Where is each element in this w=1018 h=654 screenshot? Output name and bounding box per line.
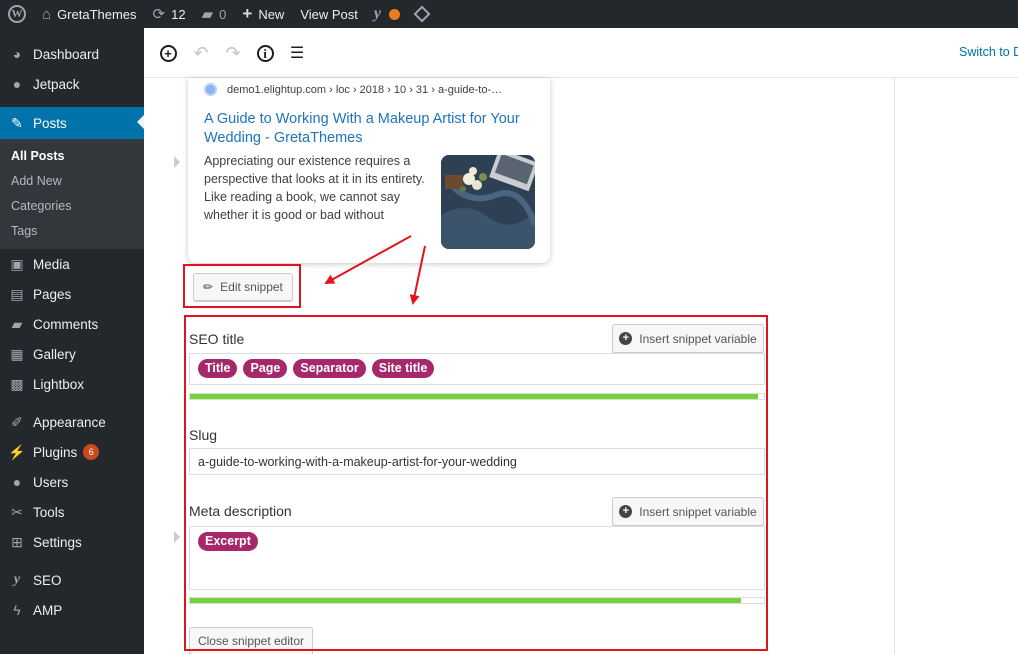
posts-submenu: All Posts Add New Categories Tags — [0, 139, 144, 249]
editor-sidebar-panel — [894, 78, 1018, 654]
sidebar-item-label: Media — [33, 256, 70, 272]
submenu-tags[interactable]: Tags — [0, 218, 144, 243]
comment-bubble-icon: ▰ — [201, 6, 214, 23]
collapse-caret-icon[interactable] — [174, 156, 180, 168]
content-info-button[interactable]: i — [253, 41, 277, 65]
comments-icon: ▰ — [11, 315, 23, 332]
admin-bar: W ⌂ GretaThemes ⟳ 12 ▰ 0 + New View Post… — [0, 0, 1018, 28]
yoast-icon: y — [13, 572, 21, 587]
gallery-icon: ▦ — [10, 345, 24, 362]
site-name: GretaThemes — [57, 6, 137, 22]
sidebar-item-label: Settings — [33, 534, 82, 550]
admin-sidebar: ◕ Dashboard ● Jetpack ✎ Posts All Posts … — [0, 28, 144, 654]
preview-thumbnail — [441, 155, 535, 249]
sidebar-item-users[interactable]: ● Users — [0, 467, 144, 497]
undo-button[interactable]: ↶ — [189, 41, 213, 65]
diamond-icon — [413, 5, 431, 23]
sidebar-item-comments[interactable]: ▰ Comments — [0, 309, 144, 339]
extra-admin-menu[interactable] — [408, 0, 436, 28]
switch-to-draft-link[interactable]: Switch to D — [959, 45, 1018, 59]
amp-icon: ϟ — [13, 602, 21, 618]
sidebar-item-tools[interactable]: ✂ Tools — [0, 497, 144, 527]
wrench-icon: ✂ — [11, 503, 23, 520]
home-icon: ⌂ — [42, 5, 52, 23]
info-icon: i — [256, 44, 274, 62]
preview-description: Appreciating our existence requires a pe… — [204, 154, 425, 222]
wp-logo-button[interactable]: W — [0, 0, 34, 28]
updates-icon: ⟳ — [152, 6, 166, 23]
sidebar-item-settings[interactable]: ⊞ Settings — [0, 527, 144, 557]
sidebar-item-appearance[interactable]: ✐ Appearance — [0, 407, 144, 437]
sidebar-item-label: Comments — [33, 316, 99, 332]
globe-icon — [204, 83, 217, 96]
plug-icon: ⚡ — [8, 443, 26, 460]
sidebar-item-label: AMP — [33, 602, 63, 618]
sidebar-item-label: Dashboard — [33, 46, 100, 62]
new-content-link[interactable]: + New — [234, 0, 292, 28]
comments-count: 0 — [219, 6, 227, 22]
view-post-link[interactable]: View Post — [292, 0, 366, 28]
redo-icon: ↷ — [225, 42, 241, 63]
annotation-box — [184, 315, 768, 651]
submenu-categories[interactable]: Categories — [0, 193, 144, 218]
collapse-caret-icon[interactable] — [174, 531, 180, 543]
sidebar-item-jetpack[interactable]: ● Jetpack — [0, 69, 144, 99]
sidebar-item-label: Pages — [33, 286, 72, 302]
sidebar-item-label: Appearance — [33, 414, 106, 430]
media-icon: ▣ — [10, 255, 24, 272]
jetpack-icon: ● — [12, 76, 22, 92]
sidebar-item-label: Jetpack — [33, 76, 80, 92]
comments-link[interactable]: ▰ 0 — [194, 0, 235, 28]
preview-title[interactable]: A Guide to Working With a Makeup Artist … — [204, 110, 534, 148]
preview-breadcrumb: demo1.elightup.com › loc › 2018 › 10 › 3… — [204, 83, 502, 96]
updates-count: 12 — [171, 6, 186, 22]
brush-icon: ✐ — [11, 413, 23, 430]
sidebar-item-gallery[interactable]: ▦ Gallery — [0, 339, 144, 369]
sidebar-item-label: Tools — [33, 504, 65, 520]
sidebar-item-label: Gallery — [33, 346, 76, 362]
annotation-box — [183, 264, 301, 308]
pages-icon: ▤ — [10, 285, 24, 302]
yoast-icon: y — [373, 5, 382, 22]
sidebar-item-pages[interactable]: ▤ Pages — [0, 279, 144, 309]
lightbox-icon: ▩ — [10, 375, 24, 392]
list-icon: ☰ — [289, 45, 305, 62]
submenu-all-posts[interactable]: All Posts — [0, 143, 144, 168]
sidebar-item-media[interactable]: ▣ Media — [0, 249, 144, 279]
block-navigation-button[interactable]: ☰ — [285, 41, 309, 65]
plugins-update-badge: 6 — [83, 444, 100, 460]
view-post-label: View Post — [300, 6, 358, 22]
sidebar-item-label: Plugins — [33, 444, 78, 460]
users-icon: ● — [12, 474, 22, 490]
redo-button[interactable]: ↷ — [221, 41, 245, 65]
plus-circle-icon: + — [159, 44, 177, 62]
sidebar-item-lightbox[interactable]: ▩ Lightbox — [0, 369, 144, 399]
sidebar-item-dashboard[interactable]: ◕ Dashboard — [0, 39, 144, 69]
sidebar-item-posts[interactable]: ✎ Posts — [0, 107, 144, 139]
sidebar-item-label: Users — [33, 474, 69, 490]
plus-icon: + — [242, 4, 253, 23]
editor-toolbar: + ↶ ↷ i ☰ Switch to D — [144, 28, 1018, 78]
site-name-link[interactable]: ⌂ GretaThemes — [34, 0, 145, 28]
add-block-button[interactable]: + — [156, 41, 180, 65]
sidebar-item-seo[interactable]: y SEO — [0, 565, 144, 595]
dashboard-icon: ◕ — [12, 46, 22, 62]
sidebar-item-amp[interactable]: ϟ AMP — [0, 595, 144, 625]
seo-score-dot-icon — [389, 8, 401, 20]
undo-icon: ↶ — [193, 42, 209, 63]
submenu-add-new[interactable]: Add New — [0, 168, 144, 193]
sidebar-item-label: Posts — [33, 115, 67, 131]
wordpress-icon: W — [8, 5, 26, 23]
preview-url: demo1.elightup.com › loc › 2018 › 10 › 3… — [227, 83, 503, 96]
sidebar-item-label: SEO — [33, 572, 62, 588]
yoast-seo-menu[interactable]: y — [366, 0, 408, 28]
sidebar-item-label: Lightbox — [33, 376, 85, 392]
sidebar-item-plugins[interactable]: ⚡ Plugins 6 — [0, 437, 144, 467]
settings-icon: ⊞ — [11, 533, 23, 550]
updates-link[interactable]: ⟳ 12 — [145, 0, 194, 28]
new-label: New — [258, 6, 285, 22]
pin-icon: ✎ — [11, 114, 23, 131]
